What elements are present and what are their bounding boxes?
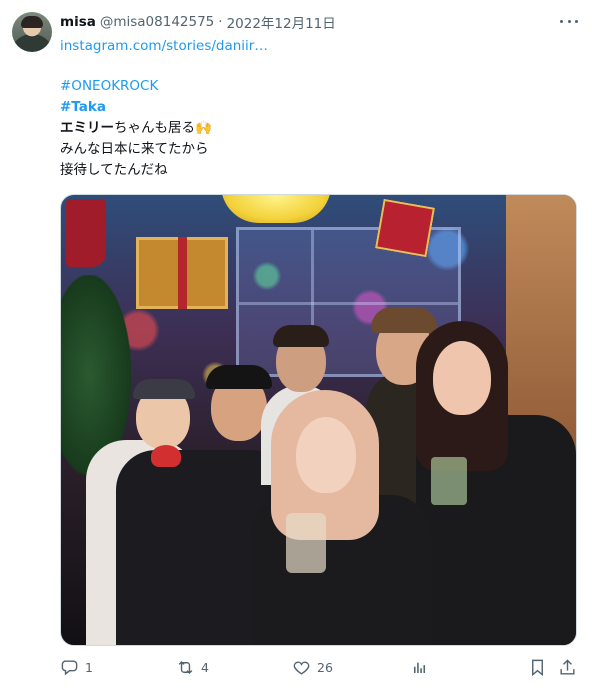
hashtag-oneokrock[interactable]: #ONEOKROCK [60, 78, 158, 94]
retweet-count: 4 [201, 659, 209, 675]
display-name[interactable]: misa [60, 14, 96, 30]
like-button[interactable]: 26 [292, 655, 333, 679]
photo-gift [136, 237, 228, 309]
reply-button[interactable]: 1 [60, 655, 93, 679]
heart-icon [293, 661, 310, 675]
more-options-icon[interactable] [560, 14, 578, 28]
tweet-date[interactable]: 2022年12月11日 [227, 12, 336, 32]
photo-stocking [66, 199, 106, 267]
photo-lamp [221, 195, 331, 223]
photo-gift [375, 198, 435, 258]
retweet-button[interactable]: 4 [176, 655, 209, 679]
tweet-actions: 1 4 26 [60, 655, 580, 679]
avatar[interactable] [12, 12, 52, 52]
retweet-icon [178, 660, 193, 674]
share-icon [560, 658, 575, 675]
user-handle[interactable]: @misa08142575 [100, 14, 214, 30]
like-count: 26 [317, 659, 333, 675]
share-button[interactable] [558, 655, 577, 679]
bookmark-icon [532, 659, 543, 676]
reply-count: 1 [85, 659, 93, 675]
tweet-text-line: ちゃんも居る🙌 [114, 120, 212, 136]
analytics-button[interactable] [410, 655, 429, 679]
header-separator: · [218, 14, 223, 30]
hashtag-taka[interactable]: #Taka [60, 99, 106, 115]
bookmark-button[interactable] [528, 655, 547, 679]
tweet-photo[interactable] [60, 194, 577, 646]
reply-icon [61, 659, 78, 675]
tweet-text-line: みんな日本に来てたから [60, 141, 209, 157]
analytics-icon [413, 662, 426, 673]
tweet-text-bold: エミリー [60, 120, 114, 136]
tweet-text: instagram.com/stories/daniir… #ONEOKROCK… [60, 36, 570, 181]
tweet-header: misa @misa08142575 · 2022年12月11日 [60, 12, 336, 32]
instagram-link[interactable]: instagram.com/stories/daniir… [60, 38, 268, 54]
tweet-text-line: 接待してたんだね [60, 162, 168, 178]
